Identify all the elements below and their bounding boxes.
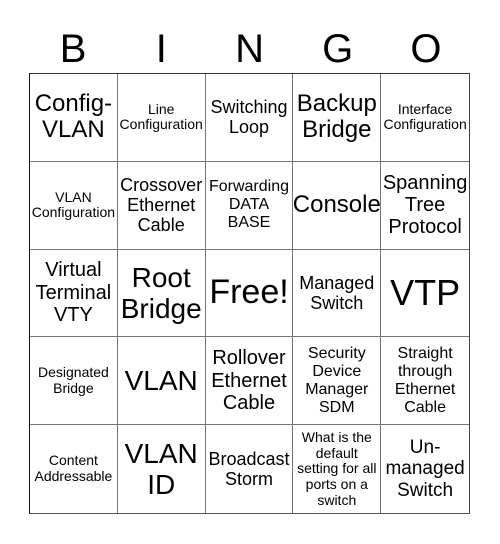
header-letter-g: G bbox=[322, 27, 354, 71]
bingo-cell[interactable]: Content Addressable bbox=[30, 425, 118, 513]
header-letter-b: B bbox=[59, 27, 87, 71]
bingo-cell[interactable]: What is the default setting for all port… bbox=[293, 425, 382, 513]
bingo-cell[interactable]: Backup Bridge bbox=[293, 74, 382, 162]
bingo-cell[interactable]: Spanning Tree Protocol bbox=[381, 162, 469, 250]
bingo-cell[interactable]: Forwarding DATA BASE bbox=[205, 161, 294, 250]
bingo-grid: Config-VLAN Line Configuration Switching… bbox=[29, 73, 470, 514]
bingo-cell[interactable]: Crossover Ethernet Cable bbox=[117, 161, 206, 250]
bingo-cell[interactable]: Designated Bridge bbox=[30, 337, 118, 426]
bingo-cell[interactable]: Root Bridge bbox=[117, 249, 206, 338]
bingo-cell[interactable]: Console bbox=[293, 161, 382, 250]
bingo-cell[interactable]: Un-managed Switch bbox=[381, 425, 469, 513]
bingo-cell[interactable]: Straight through Ethernet Cable bbox=[381, 337, 469, 426]
bingo-cell[interactable]: Broadcast Storm bbox=[206, 425, 294, 513]
bingo-cell[interactable]: Interface Configuration bbox=[381, 74, 469, 162]
bingo-cell[interactable]: VLAN Configuration bbox=[30, 161, 118, 250]
free-space[interactable]: Free! bbox=[205, 249, 294, 338]
bingo-cell[interactable]: VLAN ID bbox=[118, 425, 206, 513]
bingo-cell[interactable]: VLAN bbox=[117, 337, 206, 426]
header-letter-i: I bbox=[155, 27, 167, 71]
header-letter-n: N bbox=[235, 27, 264, 71]
bingo-header: B I N G O bbox=[29, 26, 470, 72]
bingo-cell[interactable]: Virtual Terminal VTY bbox=[30, 249, 118, 338]
bingo-cell[interactable]: Switching Loop bbox=[205, 74, 294, 162]
bingo-cell[interactable]: Rollover Ethernet Cable bbox=[205, 337, 294, 426]
bingo-cell[interactable]: VTP bbox=[381, 250, 469, 338]
bingo-cell[interactable]: Config-VLAN bbox=[30, 74, 118, 162]
bingo-cell[interactable]: Security Device Manager SDM bbox=[293, 337, 382, 426]
header-letter-o: O bbox=[410, 27, 442, 71]
bingo-cell[interactable]: Managed Switch bbox=[293, 249, 382, 338]
bingo-cell[interactable]: Line Configuration bbox=[117, 74, 206, 162]
